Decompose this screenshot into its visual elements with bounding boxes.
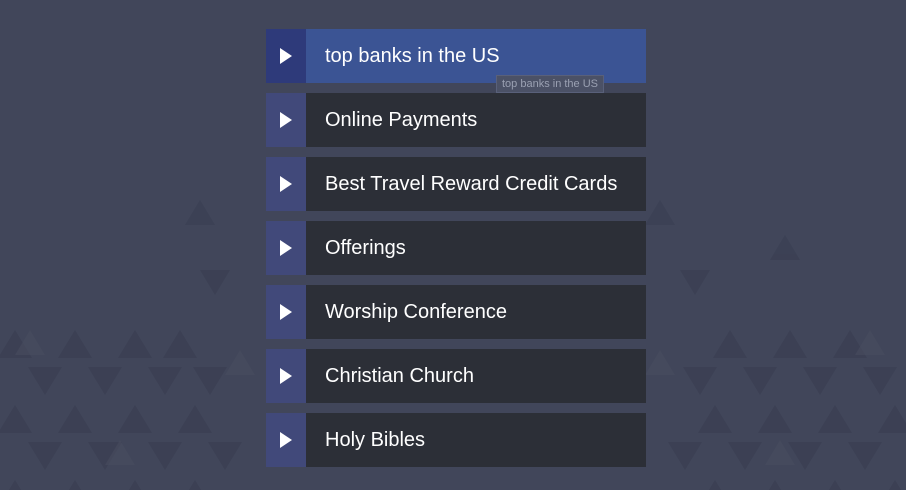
link-item[interactable]: Offerings (266, 221, 646, 275)
link-item[interactable]: Holy Bibles (266, 413, 646, 467)
link-label[interactable]: Offerings (306, 221, 646, 275)
link-arrow-box[interactable] (266, 29, 306, 83)
link-arrow-box[interactable] (266, 349, 306, 403)
link-label[interactable]: Best Travel Reward Credit Cards (306, 157, 646, 211)
link-list: top banks in the US Online Payments Best T… (266, 29, 646, 477)
tooltip: top banks in the US (496, 75, 605, 93)
link-label[interactable]: Worship Conference (306, 285, 646, 339)
link-item[interactable]: Best Travel Reward Credit Cards (266, 157, 646, 211)
link-arrow-box[interactable] (266, 93, 306, 147)
play-icon (279, 367, 293, 385)
play-icon (279, 47, 293, 65)
play-icon (279, 431, 293, 449)
link-arrow-box[interactable] (266, 285, 306, 339)
play-icon (279, 175, 293, 193)
link-item[interactable]: Online Payments (266, 93, 646, 147)
link-label[interactable]: Holy Bibles (306, 413, 646, 467)
link-arrow-box[interactable] (266, 413, 306, 467)
link-item[interactable]: Christian Church (266, 349, 646, 403)
link-item[interactable]: Worship Conference (266, 285, 646, 339)
link-arrow-box[interactable] (266, 157, 306, 211)
play-icon (279, 303, 293, 321)
play-icon (279, 239, 293, 257)
play-icon (279, 111, 293, 129)
link-label[interactable]: Online Payments (306, 93, 646, 147)
link-arrow-box[interactable] (266, 221, 306, 275)
link-label[interactable]: Christian Church (306, 349, 646, 403)
